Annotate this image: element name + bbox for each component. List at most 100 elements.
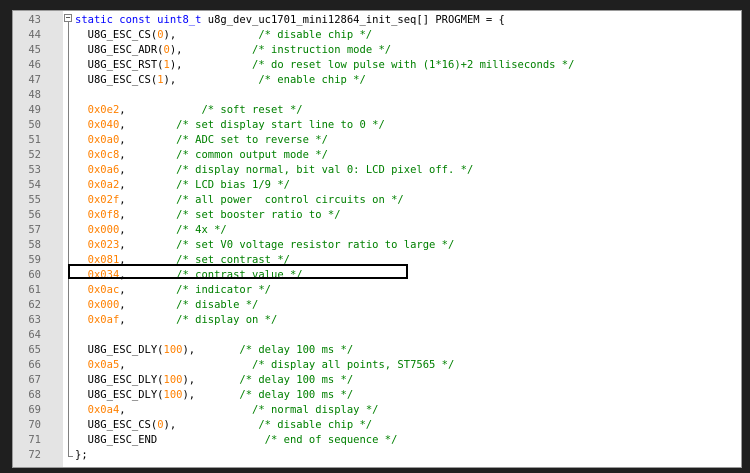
code-line[interactable]: 49 0x0e2, /* soft reset */: [13, 103, 741, 118]
code-token: ,: [119, 149, 177, 161]
code-line[interactable]: 52 0x0c8, /* common output mode */: [13, 148, 741, 163]
code-number: 0x0a4: [87, 404, 120, 416]
code-token: ,: [119, 209, 177, 221]
fold-collapse-icon[interactable]: −: [64, 14, 72, 22]
code-token: U8G_ESC_DLY(: [75, 374, 164, 386]
code-comment: /* display on */: [176, 314, 278, 326]
code-comment: /* 4x */: [176, 224, 227, 236]
code-line[interactable]: 46 U8G_ESC_RST(1), /* do reset low pulse…: [13, 58, 741, 73]
code-line[interactable]: 70 U8G_ESC_CS(0), /* disable chip */: [13, 418, 741, 433]
code-number: 0x000: [87, 224, 120, 236]
code-line[interactable]: 47 U8G_ESC_CS(1), /* enable chip */: [13, 73, 741, 88]
code-token: ,: [119, 314, 177, 326]
code-line[interactable]: 43 static const uint8_t u8g_dev_uc1701_mi…: [13, 13, 741, 28]
line-number: 55: [28, 194, 41, 206]
code-line[interactable]: 44 U8G_ESC_CS(0), /* disable chip */: [13, 28, 741, 43]
code-line[interactable]: 66 0x0a5, /* display all points, ST7565 …: [13, 358, 741, 373]
code-line[interactable]: 58 0x023, /* set V0 voltage resistor rat…: [13, 238, 741, 253]
code-line[interactable]: 56 0x0f8, /* set booster ratio to */: [13, 208, 741, 223]
code-comment: /* soft reset */: [201, 104, 303, 116]
code-text: U8G_ESC_ADR(0), /* instruction mode */: [75, 43, 391, 58]
code-number: 0x0c8: [87, 149, 120, 161]
code-token: ),: [163, 74, 259, 86]
code-token: U8G_ESC_RST(: [75, 59, 164, 71]
code-token: ,: [119, 104, 202, 116]
code-line[interactable]: 50 0x040, /* set display start line to 0…: [13, 118, 741, 133]
code-comment: /* display all points, ST7565 */: [252, 359, 455, 371]
code-text: U8G_ESC_RST(1), /* do reset low pulse wi…: [75, 58, 575, 73]
code-number: 0x0a6: [87, 164, 120, 176]
code-number: 0x02f: [87, 194, 120, 206]
code-line[interactable]: 54 0x0a2, /* LCD bias 1/9 */: [13, 178, 741, 193]
code-number: 100: [163, 344, 183, 356]
line-number: 69: [28, 404, 41, 416]
code-token: U8G_ESC_CS(: [75, 419, 158, 431]
code-comment: /* disable chip */: [258, 419, 373, 431]
code-text: U8G_ESC_CS(0), /* disable chip */: [75, 418, 373, 433]
code-text: 0x0a5, /* display all points, ST7565 */: [75, 358, 455, 373]
code-line[interactable]: 57 0x000, /* 4x */: [13, 223, 741, 238]
code-text: 0x0c8, /* common output mode */: [75, 148, 328, 163]
line-number: 68: [28, 389, 41, 401]
code-token: ,: [119, 224, 177, 236]
code-text: 0x02f, /* all power control circuits on …: [75, 193, 404, 208]
code-comment: /* delay 100 ms */: [239, 344, 354, 356]
code-line[interactable]: 63 0x0af, /* display on */: [13, 313, 741, 328]
code-line[interactable]: 62 0x000, /* disable */: [13, 298, 741, 313]
line-number: 47: [28, 74, 41, 86]
code-line[interactable]: 69 0x0a4, /* normal display */: [13, 403, 741, 418]
code-line[interactable]: 64: [13, 328, 741, 343]
code-number: 0x0f8: [87, 209, 120, 221]
code-token: };: [75, 449, 88, 461]
code-line[interactable]: 48: [13, 88, 741, 103]
line-number: 59: [28, 254, 41, 266]
code-token: ,: [119, 179, 177, 191]
code-token: U8G_ESC_DLY(: [75, 344, 164, 356]
code-number: 0x0a0: [87, 134, 120, 146]
code-line[interactable]: 71 U8G_ESC_END /* end of sequence */: [13, 433, 741, 448]
line-number: 49: [28, 104, 41, 116]
code-line[interactable]: 72};: [13, 448, 741, 463]
code-line[interactable]: 45 U8G_ESC_ADR(0), /* instruction mode *…: [13, 43, 741, 58]
code-line[interactable]: 65 U8G_ESC_DLY(100), /* delay 100 ms */: [13, 343, 741, 358]
code-comment: /* common output mode */: [176, 149, 328, 161]
code-token: U8G_ESC_CS(: [75, 74, 158, 86]
code-line[interactable]: 68 U8G_ESC_DLY(100), /* delay 100 ms */: [13, 388, 741, 403]
code-comment: /* instruction mode */: [252, 44, 392, 56]
code-line[interactable]: 61 0x0ac, /* indicator */: [13, 283, 741, 298]
code-token: ),: [163, 29, 259, 41]
code-comment: /* delay 100 ms */: [239, 389, 354, 401]
code-line[interactable]: 55 0x02f, /* all power control circuits …: [13, 193, 741, 208]
code-token: U8G_ESC_DLY(: [75, 389, 164, 401]
code-text: 0x0a4, /* normal display */: [75, 403, 379, 418]
code-text: U8G_ESC_DLY(100), /* delay 100 ms */: [75, 388, 354, 403]
code-line[interactable]: 53 0x0a6, /* display normal, bit val 0: …: [13, 163, 741, 178]
code-line[interactable]: 51 0x0a0, /* ADC set to reverse */: [13, 133, 741, 148]
code-comment: /* LCD bias 1/9 */: [176, 179, 290, 191]
code-text: 0x0e2, /* soft reset */: [75, 103, 303, 118]
code-number: 0x0a2: [87, 179, 120, 191]
code-token: ),: [169, 44, 253, 56]
code-line[interactable]: 67 U8G_ESC_DLY(100), /* delay 100 ms */: [13, 373, 741, 388]
line-number: 70: [28, 419, 41, 431]
code-text: 0x0a2, /* LCD bias 1/9 */: [75, 178, 290, 193]
line-number: 71: [28, 434, 41, 446]
code-editor[interactable]: 43 static const uint8_t u8g_dev_uc1701_mi…: [12, 10, 742, 468]
code-text: U8G_ESC_DLY(100), /* delay 100 ms */: [75, 373, 354, 388]
line-number: 56: [28, 209, 41, 221]
line-number: 60: [28, 269, 41, 281]
code-comment: /* enable chip */: [258, 74, 366, 86]
code-text: };: [75, 448, 88, 463]
code-token: ,: [119, 284, 177, 296]
